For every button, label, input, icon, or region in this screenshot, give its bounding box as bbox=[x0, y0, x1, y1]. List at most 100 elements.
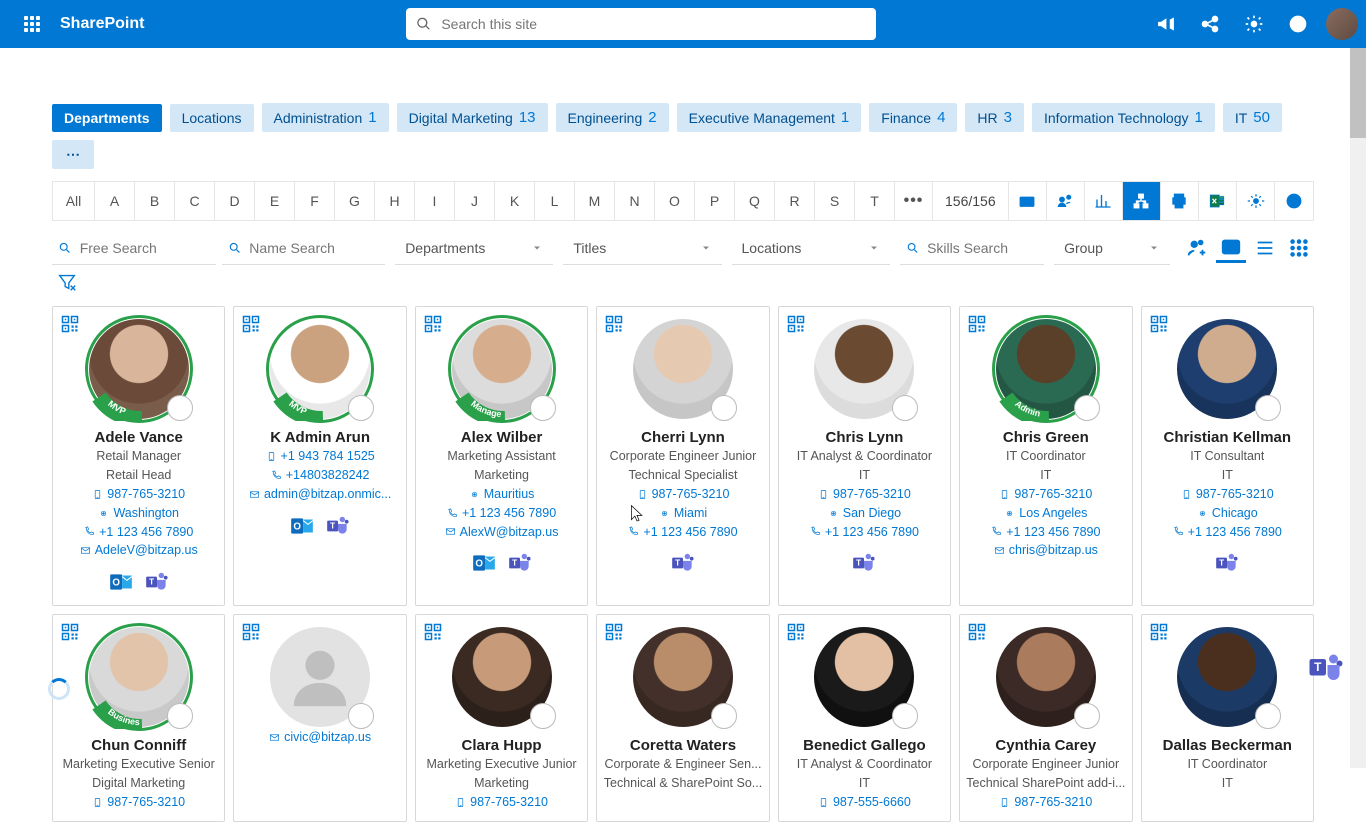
person-card[interactable]: MVPAdele VanceRetail ManagerRetail Head9… bbox=[52, 306, 225, 606]
alpha-o[interactable]: O bbox=[655, 182, 695, 220]
person-card[interactable]: Christian KellmanIT ConsultantIT987-765-… bbox=[1141, 306, 1314, 606]
person-card[interactable]: Cynthia CareyCorporate Engineer JuniorTe… bbox=[959, 614, 1132, 822]
alpha-m[interactable]: M bbox=[575, 182, 615, 220]
alpha-q[interactable]: Q bbox=[735, 182, 775, 220]
tab-overflow[interactable]: ⋯ bbox=[52, 140, 94, 169]
person-email[interactable]: civic@bitzap.us bbox=[269, 729, 371, 746]
tab-engineering[interactable]: Engineering 2 bbox=[556, 103, 669, 132]
name-search[interactable] bbox=[222, 231, 386, 265]
skills-search-input[interactable] bbox=[927, 240, 1038, 256]
alpha-d[interactable]: D bbox=[215, 182, 255, 220]
person-card[interactable]: MVPK Admin Arun+1 943 784 1525+148038282… bbox=[233, 306, 406, 606]
person-alt-phone[interactable]: +14803828242 bbox=[271, 467, 370, 484]
alpha-k[interactable]: K bbox=[495, 182, 535, 220]
inbox-icon[interactable] bbox=[1009, 182, 1047, 220]
alpha-s[interactable]: S bbox=[815, 182, 855, 220]
teams-icon[interactable]: T bbox=[851, 550, 877, 576]
alpha-i[interactable]: I bbox=[415, 182, 455, 220]
toolbar-gear-icon[interactable] bbox=[1237, 182, 1275, 220]
tab-finance[interactable]: Finance 4 bbox=[869, 103, 957, 132]
alpha-b[interactable]: B bbox=[135, 182, 175, 220]
person-photo[interactable] bbox=[996, 627, 1096, 727]
person-photo[interactable]: MVP bbox=[270, 319, 370, 419]
tab-administration[interactable]: Administration 1 bbox=[262, 103, 389, 132]
tab-it[interactable]: IT 50 bbox=[1223, 103, 1282, 132]
tab-hr[interactable]: HR 3 bbox=[965, 103, 1024, 132]
person-location[interactable]: Chicago bbox=[1197, 505, 1258, 522]
locations-dropdown[interactable]: Locations bbox=[732, 231, 890, 265]
titles-dropdown[interactable]: Titles bbox=[563, 231, 721, 265]
qr-icon[interactable] bbox=[1150, 315, 1168, 333]
person-phone[interactable]: 987-555-6660 bbox=[818, 794, 911, 811]
toolbar-help-icon[interactable] bbox=[1275, 182, 1313, 220]
person-location[interactable]: San Diego bbox=[828, 505, 901, 522]
person-photo[interactable] bbox=[452, 627, 552, 727]
clear-filter[interactable] bbox=[52, 265, 1314, 302]
person-card[interactable]: ManagerAlex WilberMarketing AssistantMar… bbox=[415, 306, 588, 606]
person-location[interactable]: Miami bbox=[659, 505, 707, 522]
megaphone-icon[interactable] bbox=[1146, 0, 1186, 48]
tab-digital-marketing[interactable]: Digital Marketing 13 bbox=[397, 103, 548, 132]
person-card[interactable]: AdminChris GreenIT CoordinatorIT987-765-… bbox=[959, 306, 1132, 606]
person-phone[interactable]: 987-765-3210 bbox=[818, 486, 911, 503]
person-photo[interactable] bbox=[633, 319, 733, 419]
alpha-a[interactable]: A bbox=[95, 182, 135, 220]
alpha-r[interactable]: R bbox=[775, 182, 815, 220]
person-photo[interactable] bbox=[270, 627, 370, 727]
qr-icon[interactable] bbox=[605, 623, 623, 641]
qr-icon[interactable] bbox=[61, 315, 79, 333]
outlook-icon[interactable]: O bbox=[108, 569, 134, 595]
teams-floating-icon[interactable]: T bbox=[1306, 648, 1346, 688]
person-phone[interactable]: 987-765-3210 bbox=[1181, 486, 1274, 503]
outlook-icon[interactable]: O bbox=[289, 513, 315, 539]
alpha-c[interactable]: C bbox=[175, 182, 215, 220]
person-photo[interactable] bbox=[1177, 319, 1277, 419]
person-card[interactable]: civic@bitzap.us bbox=[233, 614, 406, 822]
qr-icon[interactable] bbox=[968, 315, 986, 333]
person-card[interactable]: Dallas BeckermanIT CoordinatorIT bbox=[1141, 614, 1314, 822]
card-view-icon[interactable] bbox=[1216, 233, 1246, 263]
site-search[interactable] bbox=[406, 8, 876, 40]
qr-icon[interactable] bbox=[424, 315, 442, 333]
teams-icon[interactable]: T bbox=[1214, 550, 1240, 576]
person-photo[interactable]: Business Head bbox=[89, 627, 189, 727]
people-share-icon[interactable] bbox=[1047, 182, 1085, 220]
person-phone[interactable]: 987-765-3210 bbox=[637, 486, 730, 503]
departments-dropdown[interactable]: Departments bbox=[395, 231, 553, 265]
qr-icon[interactable] bbox=[61, 623, 79, 641]
person-location[interactable]: Washington bbox=[98, 505, 179, 522]
name-search-input[interactable] bbox=[249, 240, 379, 256]
chart-icon[interactable] bbox=[1085, 182, 1123, 220]
list-view-icon[interactable] bbox=[1250, 233, 1280, 263]
grid-view-icon[interactable] bbox=[1284, 233, 1314, 263]
alpha-more[interactable]: ••• bbox=[895, 182, 933, 220]
add-people-icon[interactable] bbox=[1182, 233, 1212, 263]
alpha-l[interactable]: L bbox=[535, 182, 575, 220]
person-card[interactable]: Coretta WatersCorporate & Engineer Sen..… bbox=[596, 614, 769, 822]
alpha-t[interactable]: T bbox=[855, 182, 895, 220]
person-card[interactable]: Business HeadChun ConniffMarketing Execu… bbox=[52, 614, 225, 822]
person-location[interactable]: Mauritius bbox=[469, 486, 535, 503]
person-alt-phone[interactable]: +1 123 456 7890 bbox=[810, 524, 919, 541]
free-search[interactable] bbox=[52, 231, 216, 265]
alpha-f[interactable]: F bbox=[295, 182, 335, 220]
person-photo[interactable] bbox=[814, 319, 914, 419]
qr-icon[interactable] bbox=[787, 623, 805, 641]
qr-icon[interactable] bbox=[968, 623, 986, 641]
person-photo[interactable]: MVP bbox=[89, 319, 189, 419]
person-email[interactable]: AlexW@bitzap.us bbox=[445, 524, 559, 541]
help-icon[interactable] bbox=[1278, 0, 1318, 48]
person-alt-phone[interactable]: +1 123 456 7890 bbox=[628, 524, 737, 541]
person-card[interactable]: Chris LynnIT Analyst & CoordinatorIT987-… bbox=[778, 306, 951, 606]
tab-exec-mgmt[interactable]: Executive Management 1 bbox=[677, 103, 862, 132]
person-alt-phone[interactable]: +1 123 456 7890 bbox=[1173, 524, 1282, 541]
excel-icon[interactable] bbox=[1199, 182, 1237, 220]
teams-icon[interactable]: T bbox=[507, 550, 533, 576]
person-location[interactable]: Los Angeles bbox=[1004, 505, 1087, 522]
alpha-n[interactable]: N bbox=[615, 182, 655, 220]
tab-locations[interactable]: Locations bbox=[170, 104, 254, 132]
teams-icon[interactable]: T bbox=[144, 569, 170, 595]
scrollbar-thumb[interactable] bbox=[1350, 48, 1366, 138]
vertical-scrollbar[interactable] bbox=[1350, 48, 1366, 768]
person-email[interactable]: admin@bitzap.onmic... bbox=[249, 486, 391, 503]
